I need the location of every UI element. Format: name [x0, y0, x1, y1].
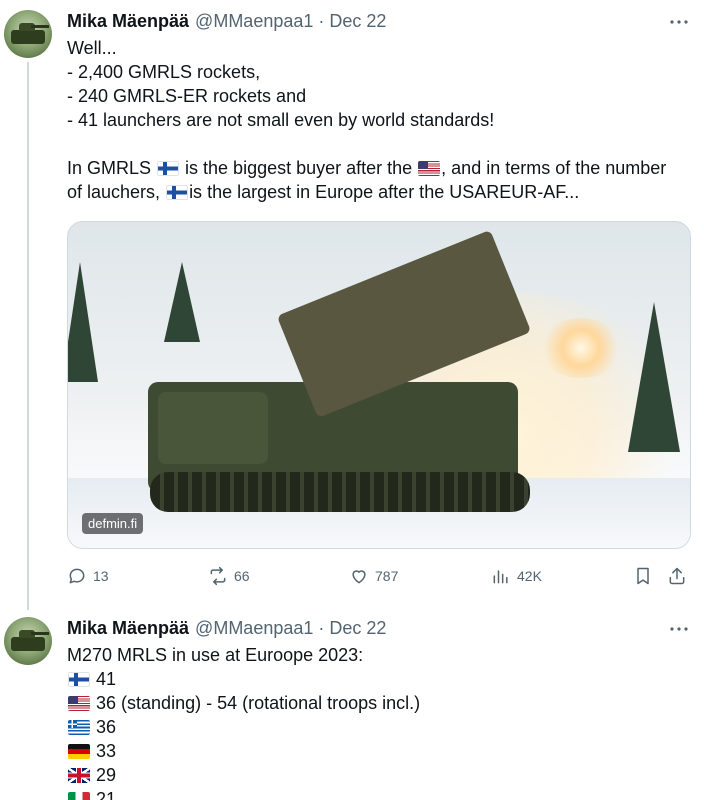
list-item: 29: [67, 763, 692, 787]
list-item-value: 21: [96, 789, 117, 800]
tree-right: [628, 302, 680, 452]
bookmark-button[interactable]: [633, 563, 653, 589]
tweet-line: - 240 GMRLS-ER rockets and: [67, 86, 307, 106]
list-item: 33: [67, 739, 692, 763]
list-item: 36 (standing) - 54 (rotational troops in…: [67, 691, 692, 715]
tweet-text: Well... - 2,400 GMRLS rockets, - 240 GMR…: [67, 36, 692, 204]
list-item-value: 41: [96, 669, 117, 689]
text-segment: In GMRLS: [67, 158, 157, 178]
launcher-cab: [158, 392, 268, 464]
heart-icon: [352, 570, 366, 584]
tree-left-2: [164, 262, 200, 342]
tweet-heading: M270 MRLS in use at Euroope 2023:: [67, 645, 364, 665]
text-segment: , and in terms of the number: [441, 158, 667, 178]
tweet-line: Well...: [67, 38, 117, 58]
list-item-value: 36 (standing) - 54 (rotational troops in…: [96, 693, 421, 713]
tweet-line: In GMRLS is the biggest buyer after the …: [67, 156, 692, 180]
more-options-icon[interactable]: [668, 618, 690, 640]
display-name[interactable]: Mika Mäenpää: [67, 11, 189, 32]
tweet-actions: 13 66 787 42K: [67, 563, 692, 589]
tweet-line: - 41 launchers are not small even by wor…: [67, 110, 495, 130]
more-options-icon[interactable]: [668, 11, 690, 33]
italy-flag-icon: [68, 792, 90, 800]
media-source-badge: defmin.fi: [82, 513, 144, 534]
user-handle[interactable]: @MMaenpaa1: [195, 618, 313, 639]
text-segment: of lauchers,: [67, 182, 166, 202]
text-segment: is the biggest buyer after the: [180, 158, 418, 178]
tweet-header: Mika Mäenpää @MMaenpaa1 · Dec 22: [67, 617, 386, 639]
views-button[interactable]: 42K: [491, 563, 542, 589]
list-item-value: 36: [96, 717, 117, 737]
avatar[interactable]: [4, 617, 52, 665]
like-count: 787: [375, 568, 399, 584]
list-item: 21: [67, 787, 692, 800]
uk-flag-icon: [68, 768, 90, 783]
repost-button[interactable]: 66: [208, 563, 250, 589]
tweet-text: M270 MRLS in use at Euroope 2023: 41 36 …: [67, 643, 692, 800]
list-item-value: 29: [96, 765, 117, 785]
usa-flag-icon: [418, 161, 441, 176]
list-item: 36: [67, 715, 692, 739]
tweet-line: of lauchers, is the largest in Europe af…: [67, 180, 692, 204]
germany-flag-icon: [68, 744, 90, 759]
tweet-date[interactable]: Dec 22: [329, 11, 386, 32]
reply-count: 13: [93, 568, 109, 584]
text-segment: is the largest in Europe after the USARE…: [189, 182, 580, 202]
like-button[interactable]: 787: [349, 563, 398, 589]
tree-left: [68, 262, 98, 382]
repost-icon: [210, 566, 226, 586]
greece-flag-icon: [68, 720, 90, 735]
tweet-line: - 2,400 GMRLS rockets,: [67, 62, 261, 82]
finland-flag-icon: [68, 672, 90, 687]
repost-count: 66: [234, 568, 250, 584]
tweet-date[interactable]: Dec 22: [329, 618, 386, 639]
user-handle[interactable]: @MMaenpaa1: [195, 11, 313, 32]
reply-button[interactable]: 13: [67, 563, 109, 589]
tweet-header: Mika Mäenpää @MMaenpaa1 · Dec 22: [67, 10, 386, 32]
rocket-flash: [538, 318, 624, 378]
display-name[interactable]: Mika Mäenpää: [67, 618, 189, 639]
bookmark-icon: [637, 567, 649, 585]
usa-flag-icon: [68, 696, 90, 711]
list-item-value: 33: [96, 741, 117, 761]
views-chart-icon: [493, 570, 508, 584]
separator-dot: ·: [318, 617, 325, 638]
finland-flag-icon: [157, 161, 180, 176]
share-icon: [669, 567, 685, 585]
avatar-image: [11, 23, 49, 44]
tweet-media-image[interactable]: defmin.fi: [67, 221, 691, 549]
list-item: 41: [67, 667, 692, 691]
share-button[interactable]: [667, 563, 687, 589]
finland-flag-icon: [166, 185, 189, 200]
separator-dot: ·: [318, 10, 325, 31]
view-count: 42K: [517, 568, 542, 584]
avatar-image: [11, 630, 49, 651]
avatar[interactable]: [4, 10, 52, 58]
thread-connector-line: [27, 62, 29, 610]
launcher-tracks: [150, 472, 530, 512]
reply-icon: [69, 568, 85, 584]
